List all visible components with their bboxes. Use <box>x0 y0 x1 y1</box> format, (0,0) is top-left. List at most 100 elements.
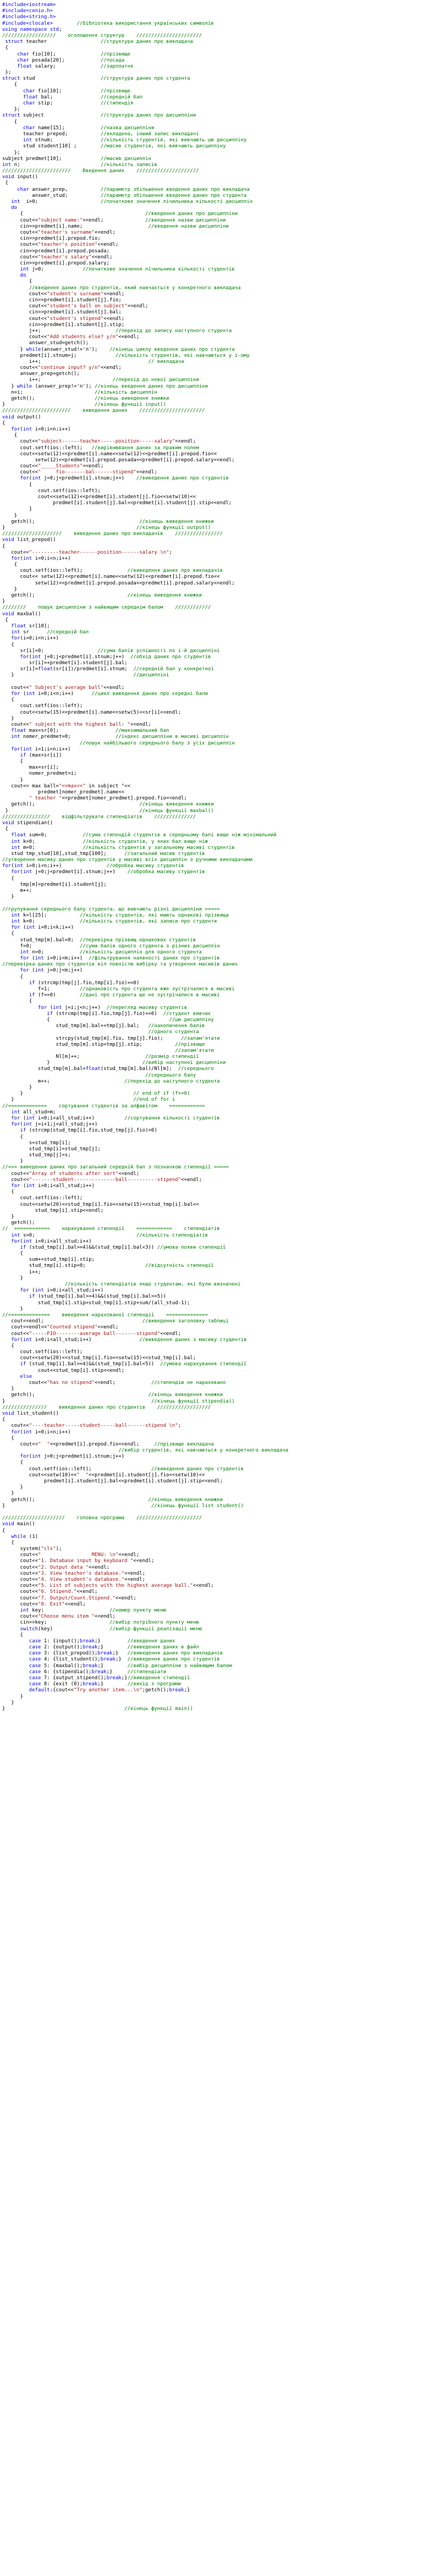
code-line: int j=0; //початкове значення лічильника… <box>20 267 235 273</box>
code-line: { //цю дисципліну <box>2 1017 214 1023</box>
code-line: } <box>2 1306 23 1312</box>
code-line: do <box>11 205 18 211</box>
code-line: int m=0; //кількість студентів у загальн… <box>11 845 235 851</box>
code-line: for (int j=0;j<m;j++) <box>20 968 83 974</box>
code-line: int n; //кількість записів <box>2 162 157 168</box>
code-line: { <box>2 1460 23 1466</box>
code-line: getch(); //кінець виведення книжки <box>2 518 214 525</box>
code-line: int sr //середній бал <box>11 630 89 636</box>
code-line: int k=0; //кількість студентів, у яких б… <box>11 839 208 845</box>
code-line: { <box>2 180 8 186</box>
code-line: if (stud_tmp[i].bal>=4)&&(stud_tmp[i].ba… <box>29 1294 167 1300</box>
code-line: int n=0; //кількість дисциплін для одног… <box>20 949 202 955</box>
code-line: default:{cout<<"Try another item...\n";g… <box>29 1687 190 1694</box>
code-line: { <box>2 1527 6 1534</box>
code-line: stud_tmp[m].bal=float(stud_tmp[m].bal)/N… <box>2 1066 214 1072</box>
code-line: s=stud_tmp[i]; <box>2 1140 71 1146</box>
code-line: { <box>2 642 14 648</box>
code-line: //============= сортування студентів за … <box>2 1103 205 1109</box>
code-line: ///////////////////// головна програма /… <box>2 1515 202 1521</box>
code-line: /////////////// виведення даних про студ… <box>2 1404 211 1410</box>
code-line: cout<<" MENU: \n"<<endl; <box>2 1552 140 1558</box>
code-line: stud_tmp[j]=s; <box>2 1152 71 1159</box>
code-line: if (strcmp(stud_tmp[i].fio,stud_tmp[j].f… <box>20 1128 157 1134</box>
code-line: cout<<"2. Output data "<<endl; <box>2 1564 110 1570</box>
code-line: } <box>2 715 14 721</box>
code-line: char name[15]; //назва дисципліни <box>23 125 155 131</box>
code-line: cout<<"teacher's position"<<endl; <box>2 242 119 248</box>
code-line: case 7: {output_stipend();break;}//вивед… <box>29 1675 190 1681</box>
code-line: } //кінець функції input() <box>2 402 167 408</box>
code-line: cout<<"subject name:"<<endl; //введення … <box>2 217 226 223</box>
code-line: { <box>2 279 32 285</box>
code-line: { <box>2 974 23 980</box>
code-line: { <box>2 482 32 488</box>
code-line: j++; //перехід до запису наступного студ… <box>2 328 232 334</box>
code-line: cout<<"Array of students after sort"<<en… <box>2 1171 140 1177</box>
code-line: for(int i=0;i<n;i++) <box>11 555 71 561</box>
code-line: stud_tmp[m].bal=0; //перевірка прізвищ о… <box>2 937 196 943</box>
code-line: max=sr[i]; <box>2 765 59 771</box>
code-line: using namespace std; <box>2 26 62 32</box>
code-line: if (strcmp(tmp[j].fio,tmp[i].fio)==0) <box>29 980 140 986</box>
code-line: } <box>2 777 23 783</box>
code-line: getch(); //кінець виведення книжки <box>2 396 169 401</box>
code-line: void stipendian() <box>2 820 53 826</box>
code-line: } <box>2 1386 14 1392</box>
code-line: cout<<" fio-------bal------stipend"<<end… <box>2 470 157 476</box>
code-line: } <box>2 894 14 900</box>
code-line: cout<<"continue input? y/n"<<endl; <box>2 365 122 371</box>
code-line: i++; //перехід до нової дисципліни <box>2 377 199 383</box>
code-line: } while(answer_stud!='n'); //кінець цикл… <box>2 346 235 352</box>
code-line: } <box>2 506 32 512</box>
code-line: cout<<"teacher's salary"<<endl; <box>2 254 113 260</box>
code-line: f=1; //однаковість про студента вже зуст… <box>2 986 235 992</box>
code-line: strcpy(stud_tmp[m].fio, tmp[j].fio); //з… <box>2 1035 220 1041</box>
code-line: cout<<setw(10)<<" "<<predmet[i].student[… <box>2 1472 205 1478</box>
code-line: { <box>2 931 14 937</box>
code-line: cout<<" "<<predmet[i].prepod.fio<<endl; … <box>2 1441 214 1447</box>
code-line: getch(); <box>2 1220 35 1226</box>
code-line: cout<<setw(15)<<predmet[i].name<<setw(5)… <box>2 709 182 715</box>
code-line: for(i=0;i<n;i++) <box>11 636 59 642</box>
code-line: case 5: {maxbal();break;} //вибір дисцип… <box>29 1663 232 1669</box>
code-line: m++; <box>2 888 32 893</box>
code-line: int i=0; //початкове значення лічильника… <box>11 199 253 205</box>
code-line: nomer_predmet=i; <box>2 771 77 777</box>
code-line: for (int i=0;i<k;i++) <box>11 925 74 931</box>
code-line: { <box>2 1251 23 1257</box>
code-line: float sum=0; //сума стипендій студентів … <box>11 832 277 839</box>
code-line: } while (answer_prep!='n'); //кінець вве… <box>2 383 208 389</box>
code-line: " teacher "<<predmet[nomer_predmet].prep… <box>29 796 187 802</box>
code-line: for (int i=0;i<all_stud;i++) //сортуванн… <box>11 1115 220 1121</box>
code-line: cout<<"has no stipend"<<endl; //стипенді… <box>2 1380 226 1386</box>
code-line: f=0; //сума балів одного студента з різн… <box>2 943 220 949</box>
code-line: } //кінець функції main() <box>2 1706 193 1712</box>
code-line: cout<<setw(20)<<stud_tmp[i].fio<<setw(15… <box>2 1201 199 1207</box>
code-line: }; <box>2 150 20 156</box>
code-line: int nomer_predmet=0; //індекс дисципліни… <box>11 734 229 740</box>
code-line: { <box>2 119 18 125</box>
code-line: struct stud //структура даних про студен… <box>2 76 190 82</box>
code-line: //перевірка даних про студентів віл повн… <box>2 962 238 968</box>
code-line: void main() <box>2 1521 35 1527</box>
code-line: cout.setf(ios::left); //виведення даних … <box>2 1466 244 1472</box>
code-line: stud tmp_stud[10],stud_tmp[100]; //загал… <box>2 851 205 857</box>
code-line: cout<<"Add students else? y/n"<<endl; <box>2 334 140 340</box>
code-line: predmet[i].student[j].bal<<predmet[i].st… <box>2 500 232 506</box>
code-line: /////////////////////// Введення даних /… <box>2 168 199 174</box>
code-line: float salary; //зарплатня <box>17 63 134 69</box>
code-line: { //введення даних про дисципліни <box>2 211 238 217</box>
code-line: getch(); //кінець виведення книжки <box>2 1392 223 1398</box>
code-line: for (int i=0;i<all_stud;i++) <box>11 1183 95 1189</box>
code-line: char fio[10]; //прізвище <box>23 88 131 94</box>
code-line: int all_stud=m; <box>11 1109 56 1115</box>
code-line: for (int i=0;i<n;i++) //цикл виведення д… <box>11 691 208 697</box>
source-code-listing: #include<iostream> #include<conio.h> #incl… <box>0 0 440 2576</box>
code-line: //пошук найбільшого середнього балу з ус… <box>79 740 235 746</box>
code-line: cout<<"-------student--------------ball-… <box>2 1177 202 1183</box>
code-line: { <box>2 875 14 881</box>
code-line: float max=sr[0]; //максимальний бал <box>11 728 169 734</box>
